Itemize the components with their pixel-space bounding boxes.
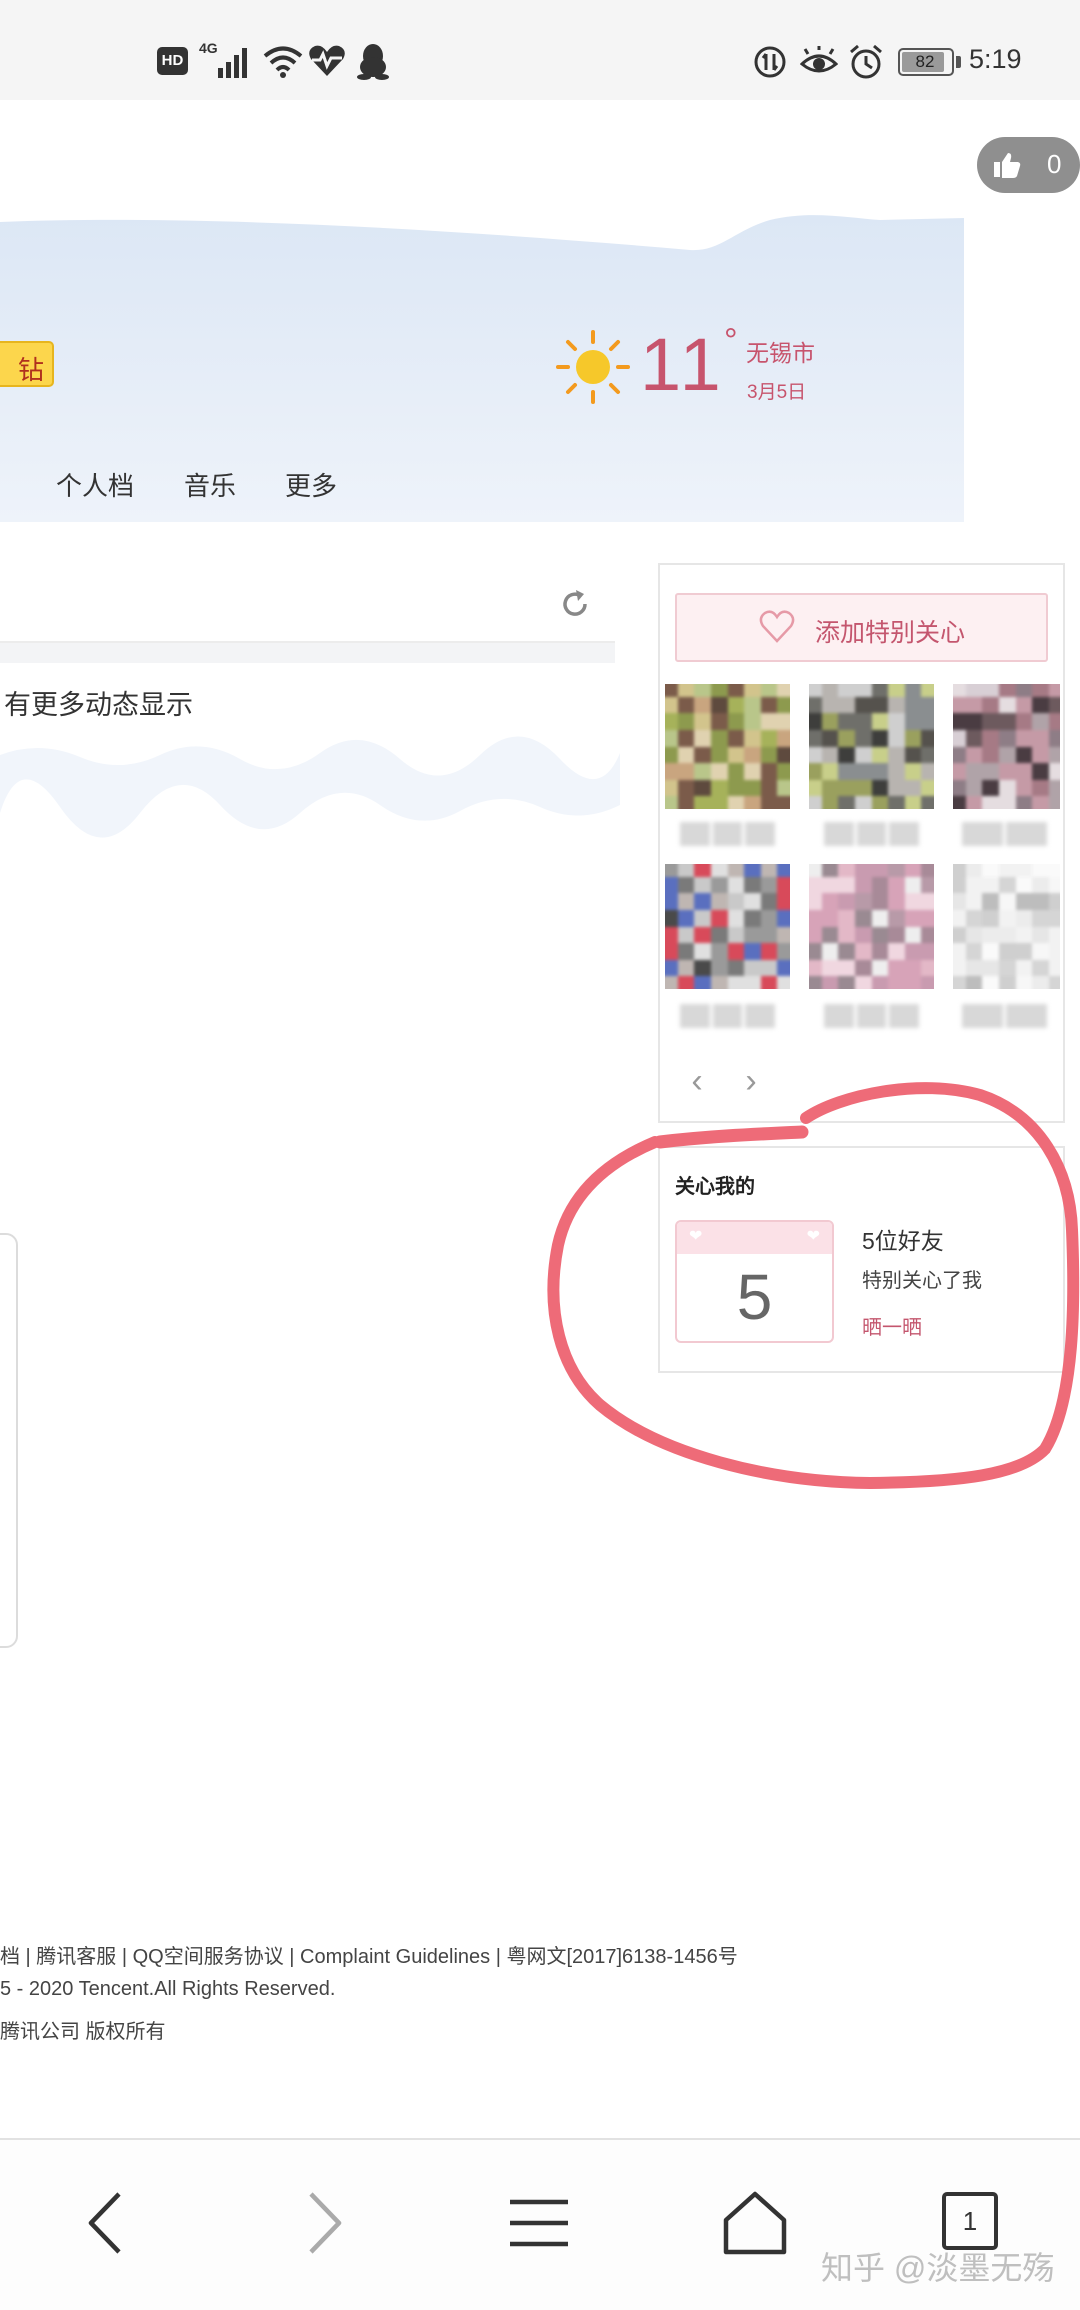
friend-name-blurred bbox=[680, 822, 776, 846]
hd-indicator: HD bbox=[157, 47, 188, 75]
feed-empty-text: 有更多动态显示 bbox=[4, 690, 193, 720]
tabs-button[interactable]: 1 bbox=[942, 2192, 998, 2250]
signal-icon bbox=[218, 48, 247, 78]
like-button[interactable]: 0 bbox=[977, 137, 1080, 193]
battery-tip bbox=[956, 56, 961, 68]
add-special-care-label: 添加特别关心 bbox=[815, 619, 966, 647]
friend-avatar[interactable] bbox=[665, 684, 790, 809]
weather-date: 3月5日 bbox=[747, 382, 807, 403]
friend-avatar[interactable] bbox=[665, 864, 790, 989]
friend-name-blurred bbox=[824, 1004, 920, 1028]
battery-level: 82 bbox=[915, 52, 935, 71]
badge-label: 钻 bbox=[17, 355, 44, 385]
weather-temperature: 11 bbox=[640, 323, 725, 406]
nav-item-more[interactable]: 更多 bbox=[285, 466, 337, 503]
qq-penguin-icon bbox=[357, 44, 389, 80]
like-count: 0 bbox=[1047, 149, 1062, 179]
friend-avatar[interactable] bbox=[809, 684, 934, 809]
feed-gap bbox=[0, 643, 615, 663]
friend-name-blurred bbox=[680, 1004, 776, 1028]
friend-avatar[interactable] bbox=[953, 684, 1060, 809]
eye-comfort-icon bbox=[800, 46, 838, 73]
calendar-count-icon: ❤ ❤ 5 bbox=[675, 1220, 834, 1343]
add-special-care-button[interactable]: 添加特别关心 bbox=[675, 593, 1048, 662]
refresh-icon[interactable] bbox=[558, 587, 592, 621]
prev-page-arrow[interactable]: ‹ bbox=[682, 1062, 712, 1101]
friend-name-blurred bbox=[962, 822, 1047, 846]
footer-copyright: 5 - 2020 Tencent.All Rights Reserved. bbox=[0, 1978, 336, 2000]
health-heart-icon bbox=[309, 45, 345, 76]
network-type: 4G bbox=[199, 40, 218, 56]
thumbs-up-icon bbox=[994, 153, 1021, 178]
wifi-icon bbox=[263, 46, 303, 78]
sun-icon bbox=[556, 330, 630, 404]
alarm-icon bbox=[850, 44, 882, 79]
nav-item-music[interactable]: 音乐 bbox=[184, 466, 236, 503]
menu-icon[interactable] bbox=[504, 2190, 574, 2256]
zhihu-watermark: 知乎 @淡墨无殇 bbox=[821, 2250, 1055, 2286]
yellow-diamond-badge[interactable]: 钻 bbox=[0, 341, 54, 387]
cares-me-friends: 5位好友 bbox=[862, 1228, 944, 1254]
cares-me-count: 5 bbox=[736, 1261, 773, 1333]
heart-icon: ❤ bbox=[806, 1228, 820, 1245]
feed-toolbar bbox=[0, 563, 615, 643]
nav-item-profile[interactable]: 个人档 bbox=[56, 466, 134, 503]
cares-me-title: 关心我的 bbox=[675, 1176, 755, 1198]
friend-avatar[interactable] bbox=[809, 864, 934, 989]
data-saver-icon bbox=[754, 46, 786, 78]
share-link[interactable]: 晒一晒 bbox=[862, 1311, 922, 1340]
next-page-arrow[interactable]: › bbox=[736, 1062, 766, 1101]
footer-rights: 腾讯公司 版权所有 bbox=[0, 2021, 166, 2043]
weather-degree: ° bbox=[724, 322, 738, 360]
weather-city: 无锡市 bbox=[746, 340, 815, 366]
friend-name-blurred bbox=[962, 1004, 1047, 1028]
clock: 5:19 bbox=[969, 44, 1022, 74]
cares-me-desc: 特别关心了我 bbox=[862, 1270, 982, 1292]
home-icon[interactable] bbox=[720, 2190, 790, 2256]
footer-links[interactable]: 档 | 腾讯客服 | QQ空间服务协议 | Complaint Guidelin… bbox=[0, 1940, 738, 1969]
heart-icon: ❤ bbox=[689, 1228, 703, 1245]
friend-name-blurred bbox=[824, 822, 920, 846]
friend-avatar[interactable] bbox=[953, 864, 1060, 989]
heart-outline-icon bbox=[759, 610, 795, 643]
header-banner bbox=[0, 215, 964, 522]
back-icon[interactable] bbox=[71, 2190, 141, 2256]
left-side-card bbox=[0, 1233, 18, 1648]
battery-icon: 82 bbox=[898, 48, 954, 76]
feed-wave-decoration bbox=[0, 736, 620, 838]
forward-icon[interactable] bbox=[289, 2190, 359, 2256]
